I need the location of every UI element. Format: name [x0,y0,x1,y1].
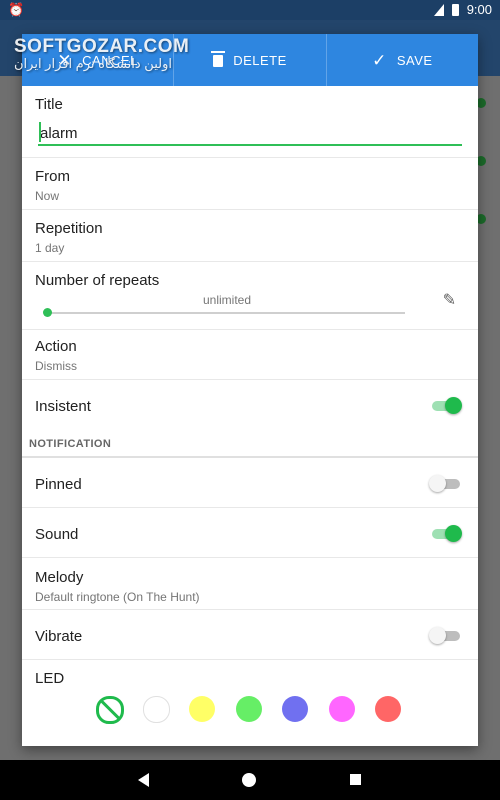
status-time: 9:00 [466,2,492,17]
save-label: SAVE [396,52,433,68]
pinned-toggle[interactable] [429,475,460,492]
toggle-knob [429,475,446,492]
melody-value: Default ringtone (On The Hunt) [35,590,200,604]
from-value: Now [35,189,60,203]
led-color-swatch[interactable] [189,696,215,722]
delete-label: DELETE [233,52,287,68]
toggle-knob [445,397,462,414]
title-row: Title [22,86,478,158]
save-button[interactable]: ✓ SAVE [325,34,478,86]
action-row[interactable]: Action Dismiss [22,330,478,380]
action-value: Dismiss [35,359,77,373]
vibrate-label: Vibrate [35,628,83,645]
back-icon[interactable] [138,773,149,787]
notification-header: NOTIFICATION [29,438,112,450]
led-row: LED [22,660,478,746]
vibrate-row[interactable]: Vibrate [22,610,478,660]
status-bar: ⏰ 9:00 [0,0,500,20]
status-icons: 9:00 [433,2,492,17]
toggle-knob [429,627,446,644]
toggle-knob [445,525,462,542]
led-label: LED [35,670,65,687]
repeats-value: unlimited [202,293,252,307]
home-icon[interactable] [242,773,256,787]
led-color-swatch[interactable] [142,696,170,723]
repeats-slider-thumb[interactable] [43,308,52,317]
alarm-clock-icon: ⏰ [8,2,25,17]
insistent-row[interactable]: Insistent [22,380,478,430]
delete-button[interactable]: DELETE [173,34,325,86]
insistent-toggle[interactable] [432,397,462,414]
title-input[interactable] [38,122,462,146]
melody-row[interactable]: Melody Default ringtone (On The Hunt) [22,558,478,610]
navigation-bar [0,760,500,800]
notification-section: NOTIFICATION [22,430,478,458]
led-none-swatch[interactable] [96,696,124,724]
insistent-label: Insistent [35,398,91,415]
melody-label: Melody [35,569,84,586]
trash-icon [211,51,226,67]
repetition-label: Repetition [35,220,103,237]
from-row[interactable]: From Now [22,158,478,210]
pinned-label: Pinned [35,476,82,493]
watermark: SOFTGOZAR.COM [14,36,190,57]
repetition-value: 1 day [35,241,65,255]
sound-row[interactable]: Sound [22,508,478,558]
battery-icon [451,3,459,16]
led-color-swatch[interactable] [328,696,355,722]
check-icon: ✓ [372,50,387,70]
from-label: From [35,168,70,185]
led-color-swatch[interactable] [282,696,308,722]
wifi-icon [433,3,444,16]
repeats-row: Number of repeats unlimited ✎ [22,262,478,330]
alarm-edit-dialog: ✕ CANCEL DELETE ✓ SAVE Title From Now Re… [22,34,478,746]
watermark-subtitle: اولین دانشگاه نرم افزار ایران [14,56,172,71]
pencil-icon[interactable]: ✎ [443,290,456,310]
repeats-slider-track[interactable] [48,312,405,314]
led-color-swatch[interactable] [375,696,401,722]
repetition-row[interactable]: Repetition 1 day [22,210,478,262]
vibrate-toggle[interactable] [429,627,460,644]
repeats-label: Number of repeats [35,272,160,289]
action-label: Action [35,338,77,355]
title-label: Title [35,96,63,113]
led-color-swatch[interactable] [235,696,262,722]
sound-toggle[interactable] [432,525,462,542]
pinned-row[interactable]: Pinned [22,458,478,508]
recents-icon[interactable] [350,774,361,785]
sound-label: Sound [35,526,79,543]
text-caret [39,122,41,142]
